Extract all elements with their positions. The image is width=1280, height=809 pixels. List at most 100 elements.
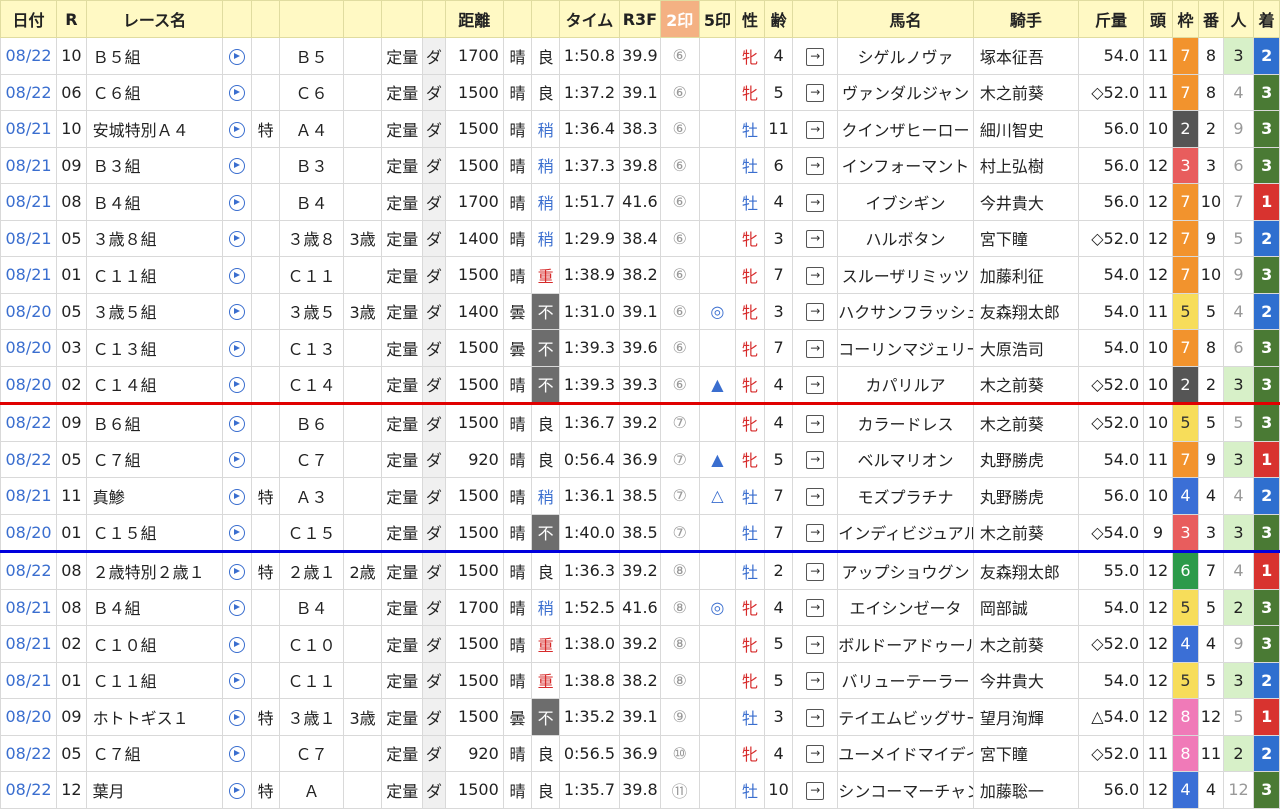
- race-date-link[interactable]: 08/22: [0, 37, 58, 75]
- horse-link-cell[interactable]: →: [792, 146, 839, 184]
- race-date-link[interactable]: 08/21: [0, 219, 58, 257]
- table-row[interactable]: 08/21 01 Ｃ１１組 Ｃ１１ 定量ダ 1500 晴重 1:38.8 38.2 ⑧ 牝 5 → バリュ…: [0, 661, 1280, 699]
- horse-link-cell[interactable]: →: [792, 477, 839, 515]
- play-video-icon[interactable]: [229, 377, 246, 394]
- col-time[interactable]: タイム: [558, 0, 621, 38]
- table-row[interactable]: 08/20 03 Ｃ１３組 Ｃ１３ 定量ダ 1500 曇不 1:39.3 39.6 ⑥ 牝 7 → コーリ…: [0, 329, 1280, 367]
- play-video-icon[interactable]: [229, 304, 246, 321]
- col-race-name[interactable]: レース名: [85, 0, 224, 38]
- table-row[interactable]: 08/20 09 ホトトギス１ 特 ３歳１ 3歳 定量ダ 1500 曇不 1:35.2 39.1 ⑨ 牡…: [0, 698, 1280, 736]
- table-row[interactable]: 08/20 02 Ｃ１４組 Ｃ１４ 定量ダ 1500 晴不 1:39.3 39.3 ⑥ ▲ 牝 4 → カパ…: [0, 365, 1280, 405]
- table-row[interactable]: 08/21 05 ３歳８組 ３歳８ 3歳 定量ダ 1400 晴稍 1:29.9 38.4 ⑥ 牝 3 → ハ…: [0, 219, 1280, 257]
- open-horse-arrow-icon[interactable]: →: [806, 599, 825, 617]
- open-horse-arrow-icon[interactable]: →: [806, 157, 825, 175]
- play-video-icon[interactable]: [229, 525, 246, 542]
- play-video-icon[interactable]: [229, 709, 246, 726]
- horse-name[interactable]: ヴァンダルジャン: [837, 73, 974, 111]
- race-date-link[interactable]: 08/22: [0, 403, 58, 442]
- horse-name[interactable]: コーリンマジェリー: [837, 329, 974, 367]
- col-date[interactable]: 日付: [0, 0, 58, 38]
- horse-link-cell[interactable]: →: [792, 698, 839, 736]
- open-horse-arrow-icon[interactable]: →: [806, 451, 825, 469]
- video-cell[interactable]: [222, 661, 252, 699]
- horse-link-cell[interactable]: →: [792, 403, 839, 442]
- horse-name[interactable]: イブシギン: [837, 183, 974, 221]
- col-horse[interactable]: 馬名: [837, 0, 974, 38]
- horse-name[interactable]: ユーメイドマイデイ: [837, 734, 974, 772]
- race-date-link[interactable]: 08/21: [0, 183, 58, 221]
- horse-name[interactable]: インディビジュアル: [837, 513, 974, 553]
- col-sex[interactable]: 性: [735, 0, 765, 38]
- horse-name[interactable]: インフォーマント: [837, 146, 974, 184]
- open-horse-arrow-icon[interactable]: →: [806, 414, 825, 433]
- horse-link-cell[interactable]: →: [792, 771, 839, 809]
- race-date-link[interactable]: 08/22: [0, 73, 58, 111]
- col-5in[interactable]: 5印: [698, 0, 737, 38]
- horse-name[interactable]: ベルマリオン: [837, 440, 974, 478]
- table-row[interactable]: 08/21 02 Ｃ１０組 Ｃ１０ 定量ダ 1500 晴重 1:38.0 39.2 ⑧ 牝 5 → ボルド…: [0, 625, 1280, 663]
- race-date-link[interactable]: 08/21: [0, 625, 58, 663]
- race-date-link[interactable]: 08/21: [0, 256, 58, 294]
- race-date-link[interactable]: 08/20: [0, 365, 58, 405]
- play-video-icon[interactable]: [229, 231, 246, 248]
- horse-link-cell[interactable]: →: [792, 256, 839, 294]
- col-finish[interactable]: 着: [1253, 0, 1280, 38]
- col-r[interactable]: R: [56, 0, 87, 38]
- horse-link-cell[interactable]: →: [792, 551, 839, 590]
- race-date-link[interactable]: 08/20: [0, 513, 58, 553]
- race-date-link[interactable]: 08/21: [0, 661, 58, 699]
- race-date-link[interactable]: 08/22: [0, 771, 58, 809]
- table-row[interactable]: 08/20 05 ３歳５組 ３歳５ 3歳 定量ダ 1400 曇不 1:31.0 39.1 ⑥ ◎ 牝 3 →…: [0, 292, 1280, 330]
- horse-name[interactable]: モズプラチナ: [837, 477, 974, 515]
- horse-link-cell[interactable]: →: [792, 183, 839, 221]
- table-row[interactable]: 08/21 08 Ｂ４組 Ｂ４ 定量ダ 1700 晴稍 1:52.5 41.6 ⑧ ◎ 牝 4 → エイシン…: [0, 588, 1280, 626]
- open-horse-arrow-icon[interactable]: →: [806, 230, 825, 248]
- horse-link-cell[interactable]: →: [792, 292, 839, 330]
- race-date-link[interactable]: 08/21: [0, 146, 58, 184]
- video-cell[interactable]: [222, 698, 252, 736]
- table-row[interactable]: 08/22 10 Ｂ５組 Ｂ５ 定量ダ 1700 晴良 1:50.8 39.9 ⑥ 牝 4 → シゲルノヴ…: [0, 37, 1280, 75]
- col-age[interactable]: 齢: [763, 0, 794, 38]
- table-row[interactable]: 08/22 05 Ｃ７組 Ｃ７ 定量ダ 920 晴良 0:56.5 36.9 ⑩ 牝 4 → ユーメイドマ…: [0, 734, 1280, 772]
- race-date-link[interactable]: 08/22: [0, 440, 58, 478]
- play-video-icon[interactable]: [229, 158, 246, 175]
- race-date-link[interactable]: 08/21: [0, 477, 58, 515]
- video-cell[interactable]: [222, 365, 252, 405]
- horse-link-cell[interactable]: →: [792, 625, 839, 663]
- table-row[interactable]: 08/22 06 Ｃ６組 Ｃ６ 定量ダ 1500 晴良 1:37.2 39.1 ⑥ 牝 5 → ヴァンダル…: [0, 73, 1280, 111]
- video-cell[interactable]: [222, 329, 252, 367]
- video-cell[interactable]: [222, 73, 252, 111]
- horse-name[interactable]: アップショウグン: [837, 551, 974, 590]
- table-row[interactable]: 08/22 08 ２歳特別２歳１ 特 ２歳１ 2歳 定量ダ 1500 晴良 1:36.3 39.2 ⑧…: [0, 551, 1280, 590]
- col-weight[interactable]: 斤量: [1077, 0, 1145, 38]
- race-date-link[interactable]: 08/21: [0, 110, 58, 148]
- open-horse-arrow-icon[interactable]: →: [806, 708, 825, 727]
- horse-link-cell[interactable]: →: [792, 329, 839, 367]
- horse-name[interactable]: クインザヒーロー: [837, 110, 974, 148]
- video-cell[interactable]: [222, 110, 252, 148]
- video-cell[interactable]: [222, 256, 252, 294]
- col-frame[interactable]: 枠: [1171, 0, 1200, 38]
- video-cell[interactable]: [222, 146, 252, 184]
- play-video-icon[interactable]: [229, 194, 246, 211]
- table-row[interactable]: 08/21 11 真鯵特 Ａ３ 定量ダ 1500 晴稍 1:36.1 38.5 ⑦ △ 牡 7 → モズプラ…: [0, 477, 1280, 515]
- col-distance[interactable]: 距離: [444, 0, 504, 38]
- open-horse-arrow-icon[interactable]: →: [806, 339, 825, 358]
- play-video-icon[interactable]: [229, 488, 246, 505]
- race-date-link[interactable]: 08/20: [0, 292, 58, 330]
- play-video-icon[interactable]: [229, 782, 246, 799]
- table-row[interactable]: 08/21 01 Ｃ１１組 Ｃ１１ 定量ダ 1500 晴重 1:38.9 38.2 ⑥ 牝 7 → スルー…: [0, 256, 1280, 294]
- horse-name[interactable]: カラードレス: [837, 403, 974, 442]
- table-row[interactable]: 08/22 12 葉月特 Ａ 定量ダ 1500 晴良 1:35.7 39.8 ⑪ 牡 10 → シンコーマ…: [0, 771, 1280, 809]
- horse-link-cell[interactable]: →: [792, 513, 839, 553]
- video-cell[interactable]: [222, 734, 252, 772]
- table-row[interactable]: 08/22 05 Ｃ７組 Ｃ７ 定量ダ 920 晴良 0:56.4 36.9 ⑦ ▲ 牝 5 → ベルマリオ…: [0, 440, 1280, 478]
- play-video-icon[interactable]: [229, 415, 246, 432]
- horse-link-cell[interactable]: →: [792, 661, 839, 699]
- open-horse-arrow-icon[interactable]: →: [806, 84, 825, 102]
- video-cell[interactable]: [222, 403, 252, 442]
- horse-link-cell[interactable]: →: [792, 588, 839, 626]
- race-date-link[interactable]: 08/22: [0, 734, 58, 772]
- open-horse-arrow-icon[interactable]: →: [806, 672, 825, 690]
- play-video-icon[interactable]: [229, 267, 246, 284]
